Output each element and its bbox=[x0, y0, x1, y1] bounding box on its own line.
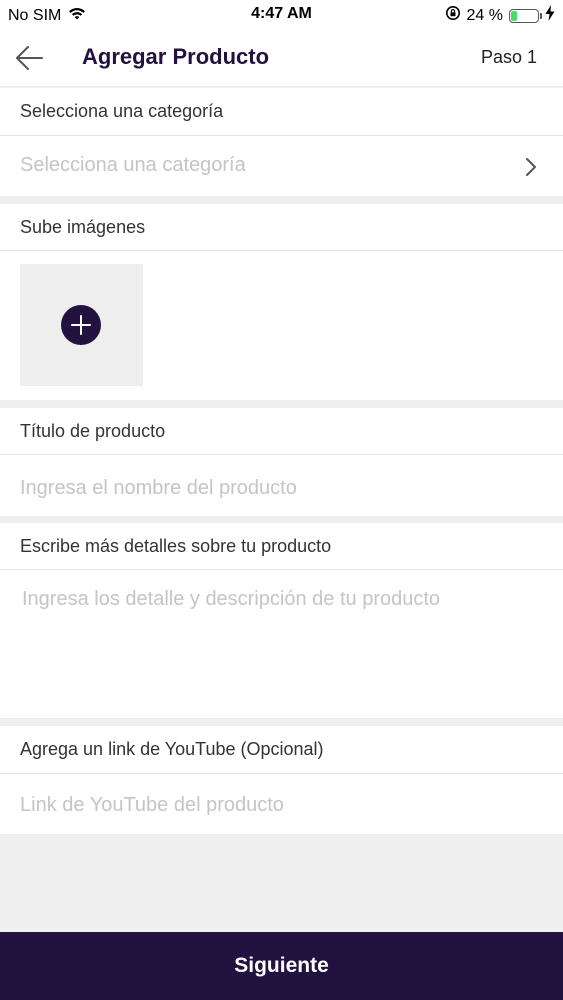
plus-circle-icon bbox=[61, 305, 101, 345]
details-textarea[interactable]: Ingresa los detalle y descripción de tu … bbox=[0, 570, 563, 718]
youtube-placeholder: Link de YouTube del producto bbox=[20, 794, 284, 816]
youtube-label-text: Agrega un link de YouTube (Opcional) bbox=[20, 739, 324, 759]
product-title-label: Título de producto bbox=[0, 408, 563, 455]
next-button[interactable]: Siguiente bbox=[0, 932, 563, 1000]
details-label: Escribe más detalles sobre tu producto bbox=[0, 523, 563, 570]
youtube-input[interactable]: Link de YouTube del producto bbox=[0, 774, 563, 834]
details-placeholder: Ingresa los detalle y descripción de tu … bbox=[22, 588, 441, 610]
category-select[interactable]: Selecciona una categoría bbox=[0, 136, 563, 196]
battery-icon bbox=[509, 8, 542, 23]
images-label: Sube imágenes bbox=[0, 204, 563, 251]
details-label-text: Escribe más detalles sobre tu producto bbox=[20, 536, 332, 556]
arrow-left-icon bbox=[16, 46, 43, 70]
category-placeholder: Selecciona una categoría bbox=[20, 154, 246, 176]
add-image-button[interactable] bbox=[20, 264, 143, 386]
product-title-section: Título de producto Ingresa el nombre del… bbox=[0, 408, 563, 516]
battery-percent: 24 % bbox=[466, 6, 503, 24]
details-section: Escribe más detalles sobre tu producto I… bbox=[0, 523, 563, 718]
images-label-text: Sube imágenes bbox=[20, 217, 146, 237]
rotation-lock-icon bbox=[445, 5, 461, 26]
status-bar: No SIM 4:47 AM 24 % bbox=[0, 0, 563, 30]
category-label: Selecciona una categoría bbox=[0, 88, 563, 136]
battery-level bbox=[511, 10, 517, 21]
header: Agregar Producto Paso 1 bbox=[0, 30, 563, 86]
youtube-label: Agrega un link de YouTube (Opcional) bbox=[0, 726, 563, 774]
category-label-text: Selecciona una categoría bbox=[20, 101, 224, 121]
chevron-right-icon bbox=[526, 158, 536, 176]
status-right: 24 % bbox=[445, 5, 555, 26]
back-button[interactable] bbox=[12, 42, 46, 74]
images-section: Sube imágenes bbox=[0, 204, 563, 400]
product-title-input[interactable]: Ingresa el nombre del producto bbox=[0, 455, 563, 516]
category-section: Selecciona una categoría Selecciona una … bbox=[0, 88, 563, 196]
product-title-placeholder: Ingresa el nombre del producto bbox=[20, 477, 297, 499]
youtube-section: Agrega un link de YouTube (Opcional) Lin… bbox=[0, 726, 563, 834]
product-title-label-text: Título de producto bbox=[20, 421, 166, 441]
charging-bolt-icon bbox=[545, 5, 555, 26]
page-title: Agregar Producto bbox=[82, 44, 270, 69]
step-indicator: Paso 1 bbox=[480, 47, 537, 67]
